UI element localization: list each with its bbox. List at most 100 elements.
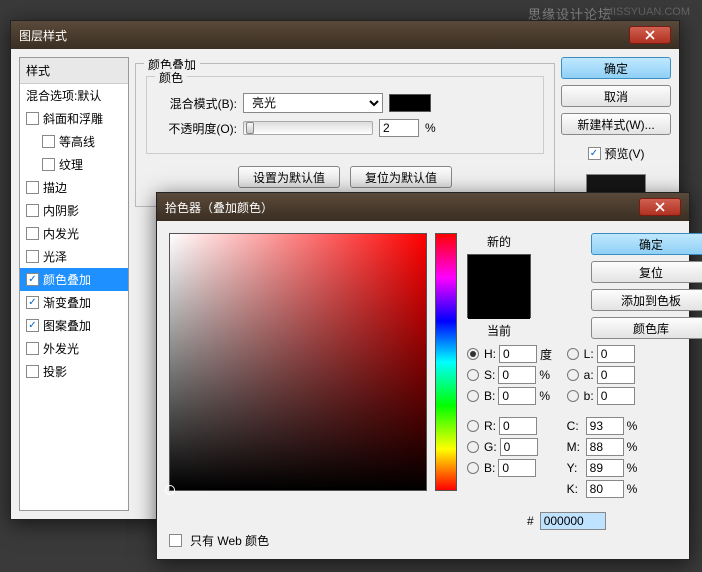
picker-titlebar[interactable]: 拾色器（叠加颜色）: [157, 193, 689, 221]
bc-input[interactable]: [498, 459, 536, 477]
opacity-input[interactable]: [379, 119, 419, 137]
style-item[interactable]: 光泽: [20, 245, 128, 268]
radio-a[interactable]: [567, 369, 579, 381]
color-lib-button[interactable]: 颜色库: [591, 317, 702, 339]
style-item[interactable]: 图案叠加: [20, 314, 128, 337]
k-input[interactable]: [586, 480, 624, 498]
style-item[interactable]: 等高线: [20, 130, 128, 153]
style-checkbox[interactable]: [26, 112, 39, 125]
color-picker-dialog: 拾色器（叠加颜色） 新的 当前 确定 复位 添加到色板: [156, 192, 690, 560]
picker-title: 拾色器（叠加颜色）: [165, 199, 639, 216]
hex-input[interactable]: [540, 512, 606, 530]
styles-header: 样式: [20, 58, 128, 84]
style-item-label: 描边: [43, 179, 67, 196]
style-item[interactable]: 颜色叠加: [20, 268, 128, 291]
style-checkbox[interactable]: [26, 204, 39, 217]
opacity-label: 不透明度(O):: [157, 120, 237, 137]
style-checkbox[interactable]: [42, 135, 55, 148]
inner-title: 颜色: [155, 69, 187, 86]
hex-label: #: [527, 514, 534, 528]
layer-style-titlebar[interactable]: 图层样式: [11, 21, 679, 49]
style-checkbox[interactable]: [42, 158, 55, 171]
style-checkbox[interactable]: [26, 342, 39, 355]
styles-list: 样式 混合选项:默认 斜面和浮雕等高线纹理描边内阴影内发光光泽颜色叠加渐变叠加图…: [19, 57, 129, 511]
reset-default-button[interactable]: 复位为默认值: [350, 166, 452, 188]
radio-s[interactable]: [467, 369, 479, 381]
y-input[interactable]: [586, 459, 624, 477]
close-icon[interactable]: [629, 26, 671, 44]
new-color-swatch: [468, 255, 530, 287]
color-inner-group: 颜色 混合模式(B): 亮光 不透明度(O): %: [146, 76, 544, 154]
style-item-label: 渐变叠加: [43, 294, 91, 311]
color-swatch[interactable]: [389, 94, 431, 112]
picker-ok-button[interactable]: 确定: [591, 233, 702, 255]
radio-g[interactable]: [467, 441, 479, 453]
h-input[interactable]: [499, 345, 537, 363]
style-item[interactable]: 内阴影: [20, 199, 128, 222]
radio-r[interactable]: [467, 420, 479, 432]
picker-reset-button[interactable]: 复位: [591, 261, 702, 283]
radio-bv[interactable]: [467, 390, 479, 402]
m-input[interactable]: [586, 438, 624, 456]
style-item[interactable]: 内发光: [20, 222, 128, 245]
a-input[interactable]: [597, 366, 635, 384]
blend-mode-label: 混合模式(B):: [157, 95, 237, 112]
current-label: 当前: [487, 322, 511, 339]
bv-input[interactable]: [498, 387, 536, 405]
s-input[interactable]: [498, 366, 536, 384]
radio-b[interactable]: [567, 390, 579, 402]
style-checkbox[interactable]: [26, 250, 39, 263]
new-style-button[interactable]: 新建样式(W)...: [561, 113, 671, 135]
style-item-label: 投影: [43, 363, 67, 380]
set-default-button[interactable]: 设置为默认值: [238, 166, 340, 188]
style-item-label: 等高线: [59, 133, 95, 150]
cancel-button[interactable]: 取消: [561, 85, 671, 107]
b-input[interactable]: [597, 387, 635, 405]
slider-thumb[interactable]: [246, 122, 254, 134]
style-item-label: 纹理: [59, 156, 83, 173]
r-input[interactable]: [499, 417, 537, 435]
style-item[interactable]: 投影: [20, 360, 128, 383]
g-input[interactable]: [500, 438, 538, 456]
style-item[interactable]: 描边: [20, 176, 128, 199]
ok-button[interactable]: 确定: [561, 57, 671, 79]
style-item[interactable]: 渐变叠加: [20, 291, 128, 314]
preview-label: 预览(V): [605, 145, 645, 162]
style-item[interactable]: 斜面和浮雕: [20, 107, 128, 130]
opacity-unit: %: [425, 121, 436, 135]
radio-l[interactable]: [567, 348, 579, 360]
style-checkbox[interactable]: [26, 181, 39, 194]
add-swatch-button[interactable]: 添加到色板: [591, 289, 702, 311]
current-color-swatch: [468, 287, 530, 319]
close-icon[interactable]: [639, 198, 681, 216]
style-item-label: 光泽: [43, 248, 67, 265]
sv-field[interactable]: [169, 233, 427, 491]
style-item[interactable]: 纹理: [20, 153, 128, 176]
style-checkbox[interactable]: [26, 227, 39, 240]
opacity-slider[interactable]: [243, 121, 373, 135]
layer-style-title: 图层样式: [19, 27, 629, 44]
style-item-label: 外发光: [43, 340, 79, 357]
hue-slider[interactable]: [435, 233, 457, 491]
c-input[interactable]: [586, 417, 624, 435]
style-item-label: 颜色叠加: [43, 271, 91, 288]
style-checkbox[interactable]: [26, 365, 39, 378]
web-only-checkbox[interactable]: [169, 534, 182, 547]
radio-h[interactable]: [467, 348, 479, 360]
new-label: 新的: [487, 233, 511, 250]
style-checkbox[interactable]: [26, 296, 39, 309]
picker-right-buttons: 确定 复位 添加到色板 颜色库: [541, 233, 702, 339]
l-input[interactable]: [597, 345, 635, 363]
style-checkbox[interactable]: [26, 319, 39, 332]
style-item-label: 斜面和浮雕: [43, 110, 103, 127]
blend-options-default[interactable]: 混合选项:默认: [20, 84, 128, 107]
picker-left: [169, 233, 457, 530]
style-item-label: 图案叠加: [43, 317, 91, 334]
style-item[interactable]: 外发光: [20, 337, 128, 360]
preview-checkbox[interactable]: [588, 147, 601, 160]
radio-bc[interactable]: [467, 462, 479, 474]
style-checkbox[interactable]: [26, 273, 39, 286]
color-compare[interactable]: [467, 254, 531, 318]
sv-cursor-icon[interactable]: [165, 485, 175, 495]
blend-mode-select[interactable]: 亮光: [243, 93, 383, 113]
